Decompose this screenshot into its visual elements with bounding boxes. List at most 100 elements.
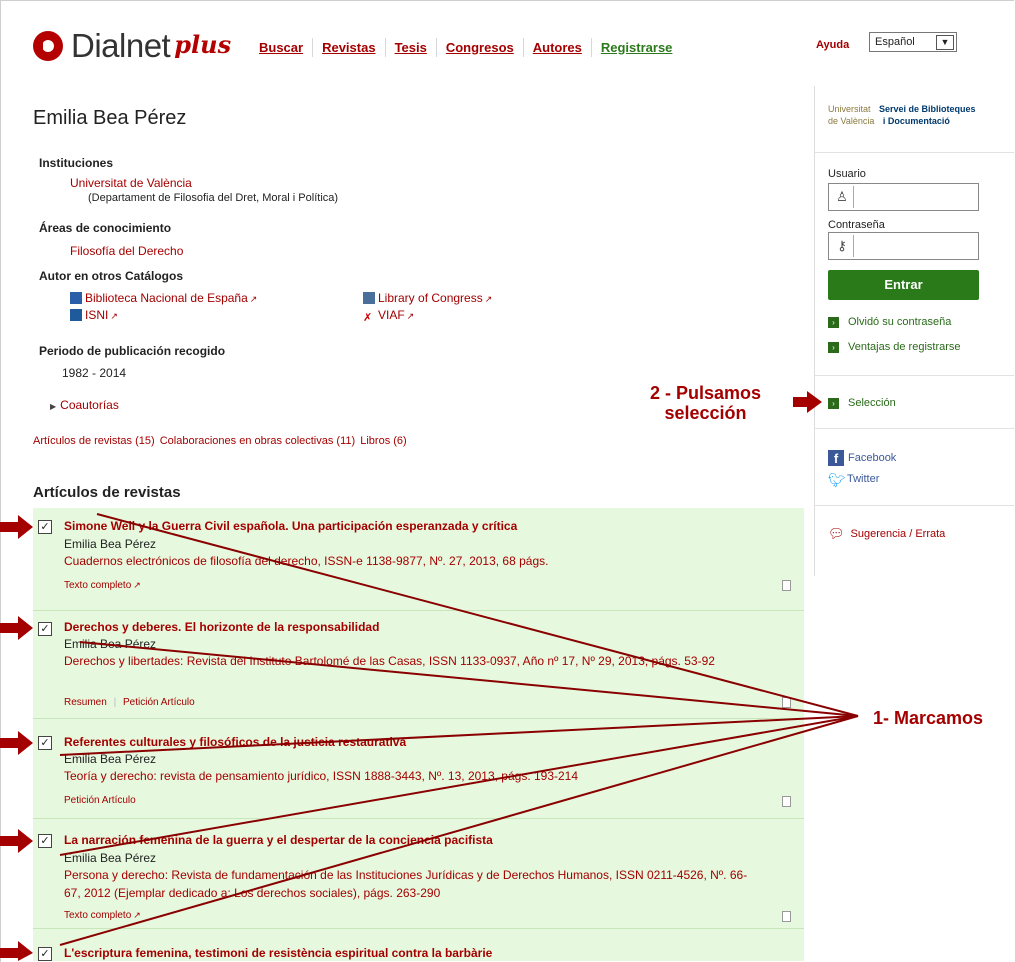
period-label: Periodo de publicación recogido [39,344,226,358]
coauthors-toggle[interactable]: ▶ Coautorías [50,398,119,412]
catalog-viaf-label: VIAF [378,308,405,322]
nav-tesis[interactable]: Tesis [386,37,437,57]
document-icon[interactable] [782,580,791,591]
article-checkbox[interactable]: ✓ [38,520,52,534]
twitter-link[interactable]: 🐦︎ Twitter [828,472,880,488]
article-title[interactable]: Simone Weil y la Guerra Civil española. … [64,519,517,533]
article-checkbox[interactable]: ✓ [38,736,52,750]
logo-text: Dialnet [71,27,171,64]
login-button[interactable]: Entrar [828,270,979,300]
author-name: Emilia Bea Pérez [33,107,187,129]
key-icon: ⚷ [831,235,854,257]
item-divider [33,928,804,929]
nav-registrarse[interactable]: Registrarse [592,38,682,57]
language-select[interactable]: Español ▼ [869,32,957,52]
catalog-isni-label: ISNI [85,308,109,322]
article-title[interactable]: Referentes culturales y filosóficos de l… [64,735,406,749]
article-author: Emilia Bea Pérez [64,637,157,651]
dialnet-logo[interactable]: Dialnet plus [33,26,231,66]
library-of-congress-icon [363,292,375,304]
external-link-icon: ↗ [406,311,415,321]
dialnet-logo-icon [33,31,63,61]
request-article-link[interactable]: Petición Artículo [123,697,195,708]
logo-plus: plus [174,29,232,59]
full-text-link[interactable]: Texto completo ↗ [64,580,141,591]
forgot-password-link[interactable]: › Olvidó su contraseña [828,316,951,328]
twitter-icon: 🐦︎ [828,472,846,488]
institution-link[interactable]: Universitat de València [70,176,192,190]
document-icon[interactable] [782,697,791,708]
library-line2: i Documentació [882,116,950,126]
article-source[interactable]: Persona y derecho: Revista de fundamenta… [64,866,754,902]
external-link-icon: ↗ [133,910,141,920]
viaf-icon: ✗ [363,312,373,324]
external-link-icon: ↗ [110,311,118,321]
separator: | [113,697,117,708]
sidebar-divider [814,152,1014,153]
external-link-icon: ↗ [484,294,493,304]
suggestion-link[interactable]: 💬︎ Sugerencia / Errata [828,526,945,542]
forgot-password-label: Olvidó su contraseña [848,316,952,328]
user-label: Usuario [828,168,866,180]
article-source[interactable]: Derechos y libertades: Revista del Insti… [64,652,776,670]
nav-revistas[interactable]: Revistas [313,37,386,57]
chevron-right-icon: › [828,316,839,328]
nav-buscar[interactable]: Buscar [250,37,314,57]
full-text-link[interactable]: Texto completo ↗ [64,910,141,921]
document-icon[interactable] [782,796,791,807]
sidebar-divider [814,375,1014,376]
sidebar-divider [814,505,1014,506]
item-divider [33,718,804,719]
external-link-icon: ↗ [249,294,258,304]
isni-icon [70,309,82,321]
count-books-link[interactable]: Libros (6) [360,435,406,447]
catalog-bne[interactable]: Biblioteca Nacional de España ↗ [70,291,257,305]
publication-counts: Artículos de revistas (15) Colaboracione… [33,435,407,447]
selection-label: Selección [848,397,896,409]
catalog-isni[interactable]: ISNI ↗ [70,308,118,322]
article-author: Emilia Bea Pérez [64,752,157,766]
annotation-step2: 2 - Pulsamos selección [650,383,761,423]
catalog-viaf[interactable]: ✗ VIAF ↗ [363,308,414,324]
article-checkbox[interactable]: ✓ [38,834,52,848]
university-line2: de València [828,116,875,126]
catalog-bne-label: Biblioteca Nacional de España [85,291,248,305]
user-icon: ♙ [831,186,854,208]
request-article-link[interactable]: Petición Artículo [64,795,136,806]
count-articles-link[interactable]: Artículos de revistas (15) [33,435,155,447]
article-checkbox[interactable]: ✓ [38,947,52,961]
twitter-label: Twitter [847,473,880,485]
item-divider [33,818,804,819]
catalog-loc-label: Library of Congress [378,291,483,305]
article-source[interactable]: Cuadernos electrónicos de filosofía del … [64,552,764,570]
article-title[interactable]: La narración femenina de la guerra y el … [64,833,493,847]
coauthors-label: Coautorías [60,398,119,412]
user-field[interactable]: ♙ [828,183,979,211]
chevron-right-icon: › [828,397,839,409]
main-nav: Buscar Revistas Tesis Congresos Autores … [250,36,681,58]
facebook-link[interactable]: f Facebook [828,450,896,466]
article-author: Emilia Bea Pérez [64,851,157,865]
article-source[interactable]: Teoría y derecho: revista de pensamiento… [64,767,764,785]
help-link[interactable]: Ayuda [816,39,849,51]
abstract-link[interactable]: Resumen [64,697,107,708]
institutions-label: Instituciones [39,156,114,170]
selection-link[interactable]: › Selección [828,397,896,409]
area-link[interactable]: Filosofía del Derecho [70,244,183,258]
triangle-right-icon: ▶ [50,402,57,411]
university-logo[interactable]: Universitat Servei de Biblioteques de Va… [828,103,976,127]
annotation-step2-line2: selección [664,403,747,423]
language-value: Español [875,36,915,48]
article-checkbox[interactable]: ✓ [38,622,52,636]
count-collabs-link[interactable]: Colaboraciones en obras colectivas (11) [160,435,355,447]
register-benefits-link[interactable]: › Ventajas de registrarse [828,341,961,353]
document-icon[interactable] [782,911,791,922]
item-divider [33,610,804,611]
nav-autores[interactable]: Autores [524,37,592,57]
article-title[interactable]: Derechos y deberes. El horizonte de la r… [64,620,379,634]
period-value: 1982 - 2014 [62,366,127,380]
catalog-loc[interactable]: Library of Congress ↗ [363,291,492,305]
password-field[interactable]: ⚷ [828,232,979,260]
nav-congresos[interactable]: Congresos [437,37,524,57]
article-title[interactable]: L'escriptura femenina, testimoni de resi… [64,946,492,960]
